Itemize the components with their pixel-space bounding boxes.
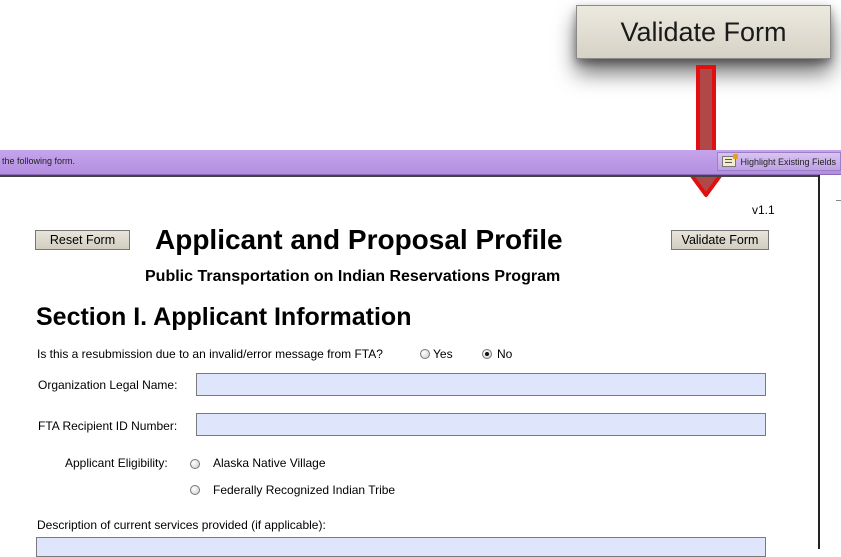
validate-form-callout-button[interactable]: Validate Form	[576, 5, 831, 59]
org-legal-name-field[interactable]	[196, 373, 766, 396]
form-version: v1.1	[752, 203, 775, 217]
eligibility-alaska-label: Alaska Native Village	[213, 456, 326, 470]
resubmission-no-label: No	[497, 347, 513, 361]
fta-recipient-id-field[interactable]	[196, 413, 766, 436]
validate-form-button[interactable]: Validate Form	[671, 230, 769, 250]
description-field[interactable]	[36, 537, 766, 557]
fta-recipient-id-label: FTA Recipient ID Number:	[38, 419, 178, 433]
section-heading: Section I. Applicant Information	[36, 303, 412, 331]
eligibility-tribe-radio[interactable]	[190, 485, 200, 495]
message-bar-text: the following form.	[2, 156, 76, 166]
red-arrow-annotation	[682, 65, 730, 197]
highlight-existing-fields-button[interactable]: Highlight Existing Fields	[717, 152, 841, 171]
resubmission-question: Is this a resubmission due to an invalid…	[37, 347, 383, 361]
resubmission-yes-radio[interactable]	[420, 349, 430, 359]
org-legal-name-label: Organization Legal Name:	[38, 378, 178, 392]
form-message-bar: the following form. Highlight Existing F…	[0, 150, 841, 175]
form-subtitle: Public Transportation on Indian Reservat…	[145, 268, 561, 285]
applicant-eligibility-label: Applicant Eligibility:	[65, 456, 168, 470]
resubmission-no-radio[interactable]	[482, 349, 492, 359]
reset-form-button[interactable]: Reset Form	[35, 230, 130, 250]
document-top-border	[0, 175, 818, 177]
highlight-fields-icon	[722, 154, 739, 167]
eligibility-alaska-radio[interactable]	[190, 459, 200, 469]
form-title: Applicant and Proposal Profile	[155, 224, 563, 255]
description-label: Description of current services provided…	[37, 518, 326, 532]
page-gutter-tick	[836, 200, 841, 201]
eligibility-tribe-label: Federally Recognized Indian Tribe	[213, 483, 396, 497]
document-right-border	[818, 175, 820, 549]
resubmission-yes-label: Yes	[433, 347, 453, 361]
highlight-button-label: Highlight Existing Fields	[740, 156, 836, 167]
